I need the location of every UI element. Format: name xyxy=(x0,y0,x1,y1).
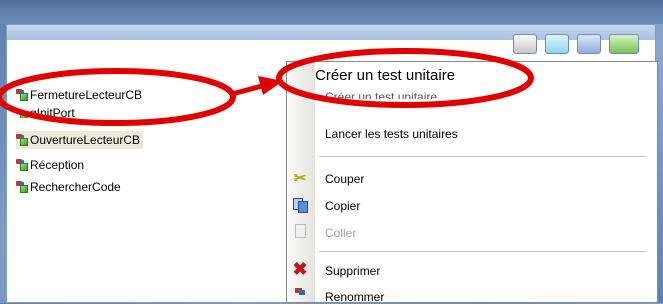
annotation-overlay xyxy=(0,48,534,126)
annotation-ellipse-right xyxy=(276,48,534,108)
annotation-ellipse-left xyxy=(0,68,236,126)
annotation-arrow-line xyxy=(231,83,263,97)
